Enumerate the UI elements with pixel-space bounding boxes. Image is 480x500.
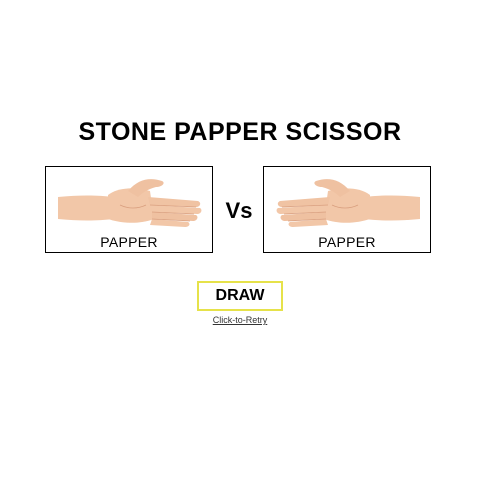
computer-choice-label: PAPPER	[318, 234, 376, 250]
open-hand-icon	[276, 179, 420, 227]
player-choice-card: PAPPER	[45, 166, 213, 253]
game-page: STONE PAPPER SCISSOR PAPPER Vs PAPPER DR…	[0, 0, 480, 500]
retry-link[interactable]: Click-to-Retry	[0, 315, 480, 325]
computer-choice-card: PAPPER	[263, 166, 431, 253]
player-choice-label: PAPPER	[100, 234, 158, 250]
vs-label: Vs	[225, 198, 253, 223]
game-title: STONE PAPPER SCISSOR	[78, 118, 402, 146]
result-button[interactable]: DRAW	[197, 281, 283, 311]
open-hand-icon	[58, 179, 202, 227]
